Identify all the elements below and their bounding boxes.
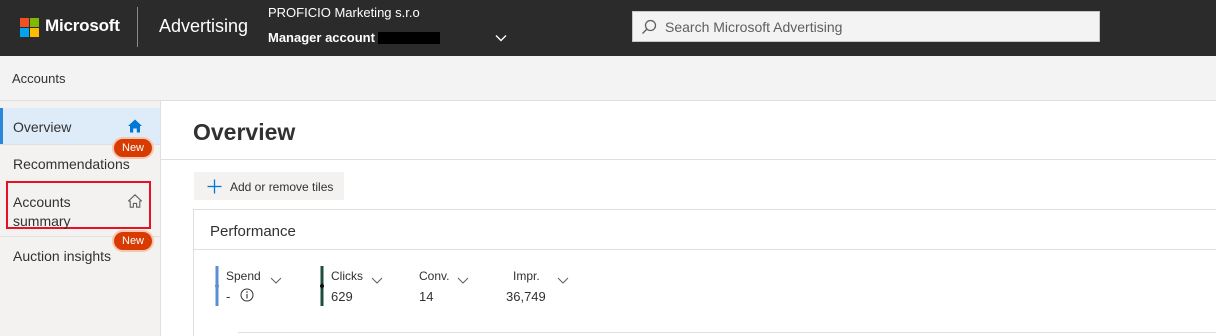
top-bar: Microsoft Advertising PROFICIO Marketing…: [0, 0, 1216, 56]
info-icon[interactable]: [240, 288, 254, 302]
brand-name[interactable]: Microsoft: [45, 16, 120, 36]
metric-name: Conv.: [419, 269, 450, 283]
metric-name: Clicks: [331, 269, 363, 283]
add-remove-tiles-button[interactable]: Add or remove tiles: [194, 172, 344, 200]
account-name[interactable]: PROFICIO Marketing s.r.o: [268, 5, 420, 20]
sidebar-item-auction-insights[interactable]: Auction insights: [0, 239, 160, 273]
performance-title: Performance: [210, 223, 296, 240]
breadcrumb-accounts[interactable]: Accounts: [12, 71, 65, 86]
sidebar: Overview Recommendations New Accounts sum…: [0, 101, 161, 336]
performance-card: Performance Spend - Clicks 629 Conv. 14: [193, 209, 1216, 336]
account-switch-chevron-icon[interactable]: [494, 31, 508, 45]
home-filled-icon: [128, 119, 142, 133]
clicks-series-marker: [320, 266, 324, 306]
search-input[interactable]: [665, 17, 1085, 37]
metric-value: 629: [331, 289, 353, 304]
metric-clicks[interactable]: Clicks 629: [331, 268, 391, 308]
chart-top-rule: [238, 332, 1216, 333]
metric-value: 36,749: [506, 289, 546, 304]
metric-conversions[interactable]: Conv. 14: [419, 268, 479, 308]
metric-impressions[interactable]: Impr. 36,749: [506, 268, 576, 308]
metric-value: 14: [419, 289, 434, 304]
metric-dropdown-chevron-icon[interactable]: [371, 274, 383, 286]
metric-spend[interactable]: Spend -: [226, 268, 286, 308]
metric-name: Spend: [226, 269, 261, 283]
title-divider: [161, 159, 1216, 160]
product-name[interactable]: Advertising: [159, 16, 248, 37]
search-box[interactable]: [632, 11, 1100, 42]
spend-series-marker: [215, 266, 219, 306]
metric-value: -: [226, 289, 231, 304]
breadcrumb: Accounts: [0, 56, 1216, 101]
metric-dropdown-chevron-icon[interactable]: [457, 274, 469, 286]
plus-icon: [207, 179, 222, 194]
metric-dropdown-chevron-icon[interactable]: [270, 274, 282, 286]
new-badge: New: [114, 139, 153, 157]
header-divider: [137, 7, 138, 47]
add-remove-tiles-label: Add or remove tiles: [230, 180, 334, 194]
search-icon: [642, 19, 657, 34]
page-title: Overview: [193, 119, 296, 145]
sidebar-item-label: Auction insights: [13, 248, 112, 264]
performance-divider: [194, 249, 1216, 250]
sidebar-item-label: Accounts summary: [13, 194, 71, 229]
microsoft-logo-icon[interactable]: [20, 18, 40, 38]
metric-name: Impr.: [513, 269, 540, 283]
redaction-box: [378, 32, 440, 44]
sidebar-item-label: Recommendations: [13, 156, 130, 172]
home-outline-icon: [127, 194, 143, 208]
sidebar-item-label: Overview: [13, 119, 72, 135]
sidebar-item-accounts-summary[interactable]: Accounts summary: [6, 181, 151, 229]
account-type[interactable]: Manager account: [268, 30, 375, 45]
metric-dropdown-chevron-icon[interactable]: [557, 274, 569, 286]
